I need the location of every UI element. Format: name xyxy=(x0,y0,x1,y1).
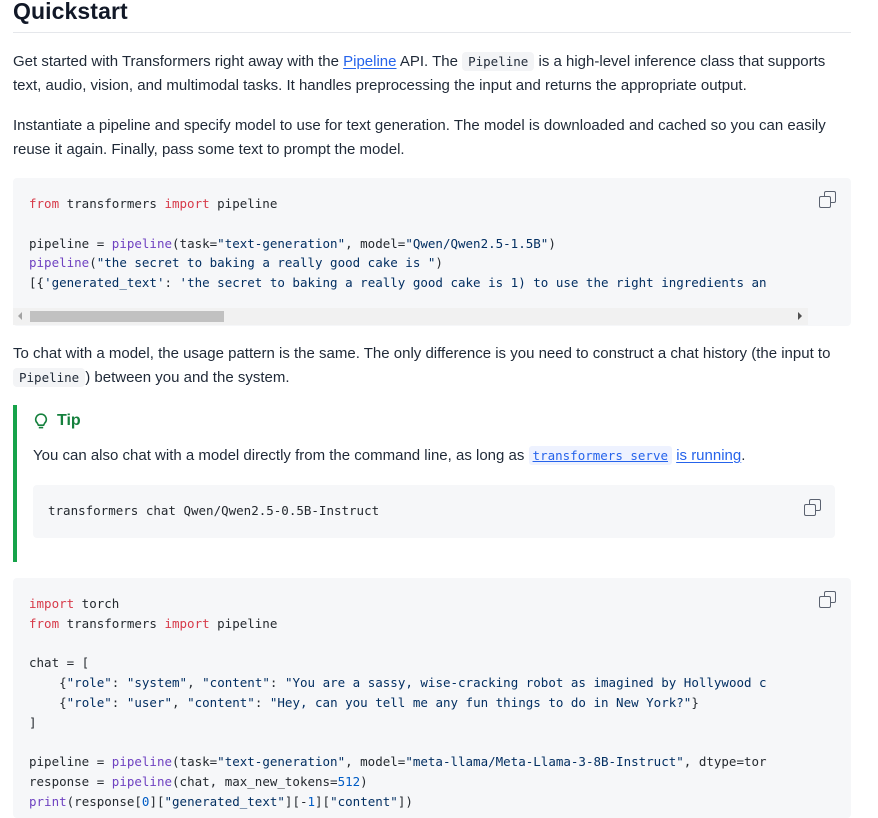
code-line: pipeline = pipeline(task="text-generatio… xyxy=(29,235,556,251)
page-title: Quickstart xyxy=(13,0,128,24)
code-scrollbar[interactable] xyxy=(13,308,808,325)
intro-text: Get started with Transformers right away… xyxy=(13,53,344,70)
scrollbar-thumb[interactable] xyxy=(30,311,224,322)
intro-paragraph: Get started with Transformers right away… xyxy=(13,50,853,98)
tip-title: Tip xyxy=(57,412,81,429)
code-line: from transformers import pipeline xyxy=(29,196,278,211)
intro-text-2: API. The xyxy=(396,53,463,70)
lightbulb-icon xyxy=(34,413,48,429)
code-block-pipeline: from transformers import pipeline pipeli… xyxy=(13,178,851,326)
tip-header: Tip xyxy=(34,412,81,430)
instantiate-paragraph: Instantiate a pipeline and specify model… xyxy=(13,117,826,158)
tip-text-b: . xyxy=(741,447,746,464)
code-content: import torch from transformers import pip… xyxy=(29,594,767,812)
chat-text-2: ) between you and the system. xyxy=(85,369,290,386)
chat-paragraph: To chat with a model, the usage pattern … xyxy=(13,342,853,390)
code-block-chat: import torch from transformers import pip… xyxy=(13,578,851,818)
pipeline-link[interactable]: Pipeline xyxy=(343,53,396,70)
code-line: chat = [ xyxy=(29,655,90,671)
code-line: pipeline("the secret to baking a really … xyxy=(29,255,443,271)
inline-code-pipeline-2: Pipeline xyxy=(13,368,86,387)
code-line: import torch xyxy=(29,596,120,611)
inline-code-pipeline: Pipeline xyxy=(462,52,535,71)
chat-text: To chat with a model, the usage pattern … xyxy=(13,345,831,362)
scroll-left-arrow-icon[interactable] xyxy=(18,312,22,320)
copy-icon[interactable] xyxy=(819,591,837,609)
code-line: response = pipeline(chat, max_new_tokens… xyxy=(29,774,368,790)
copy-icon[interactable] xyxy=(819,191,837,209)
tip-text-a: You can also chat with a model directly … xyxy=(33,447,529,464)
title-divider xyxy=(13,32,851,33)
code-block-chat-command: transformers chat Qwen/Qwen2.5-0.5B-Inst… xyxy=(33,485,835,538)
code-line: ] xyxy=(29,714,37,730)
scroll-right-arrow-icon[interactable] xyxy=(798,312,802,320)
code-line: pipeline = pipeline(task="text-generatio… xyxy=(29,754,767,770)
transformers-serve-link[interactable]: transformers serve xyxy=(528,446,673,465)
copy-icon[interactable] xyxy=(804,499,822,517)
code-line: {"role": "user", "content": "Hey, can yo… xyxy=(29,694,699,710)
tip-text: You can also chat with a model directly … xyxy=(33,446,746,465)
code-line: {"role": "system", "content": "You are a… xyxy=(29,675,767,691)
code-line: from transformers import pipeline xyxy=(29,615,278,631)
is-running-link[interactable]: is running xyxy=(676,447,741,464)
code-content: from transformers import pipeline pipeli… xyxy=(29,194,767,293)
chat-command: transformers chat Qwen/Qwen2.5-0.5B-Inst… xyxy=(48,503,380,518)
tip-callout: Tip You can also chat with a model direc… xyxy=(13,405,855,562)
code-line: [{'generated_text': 'the secret to bakin… xyxy=(29,275,767,291)
